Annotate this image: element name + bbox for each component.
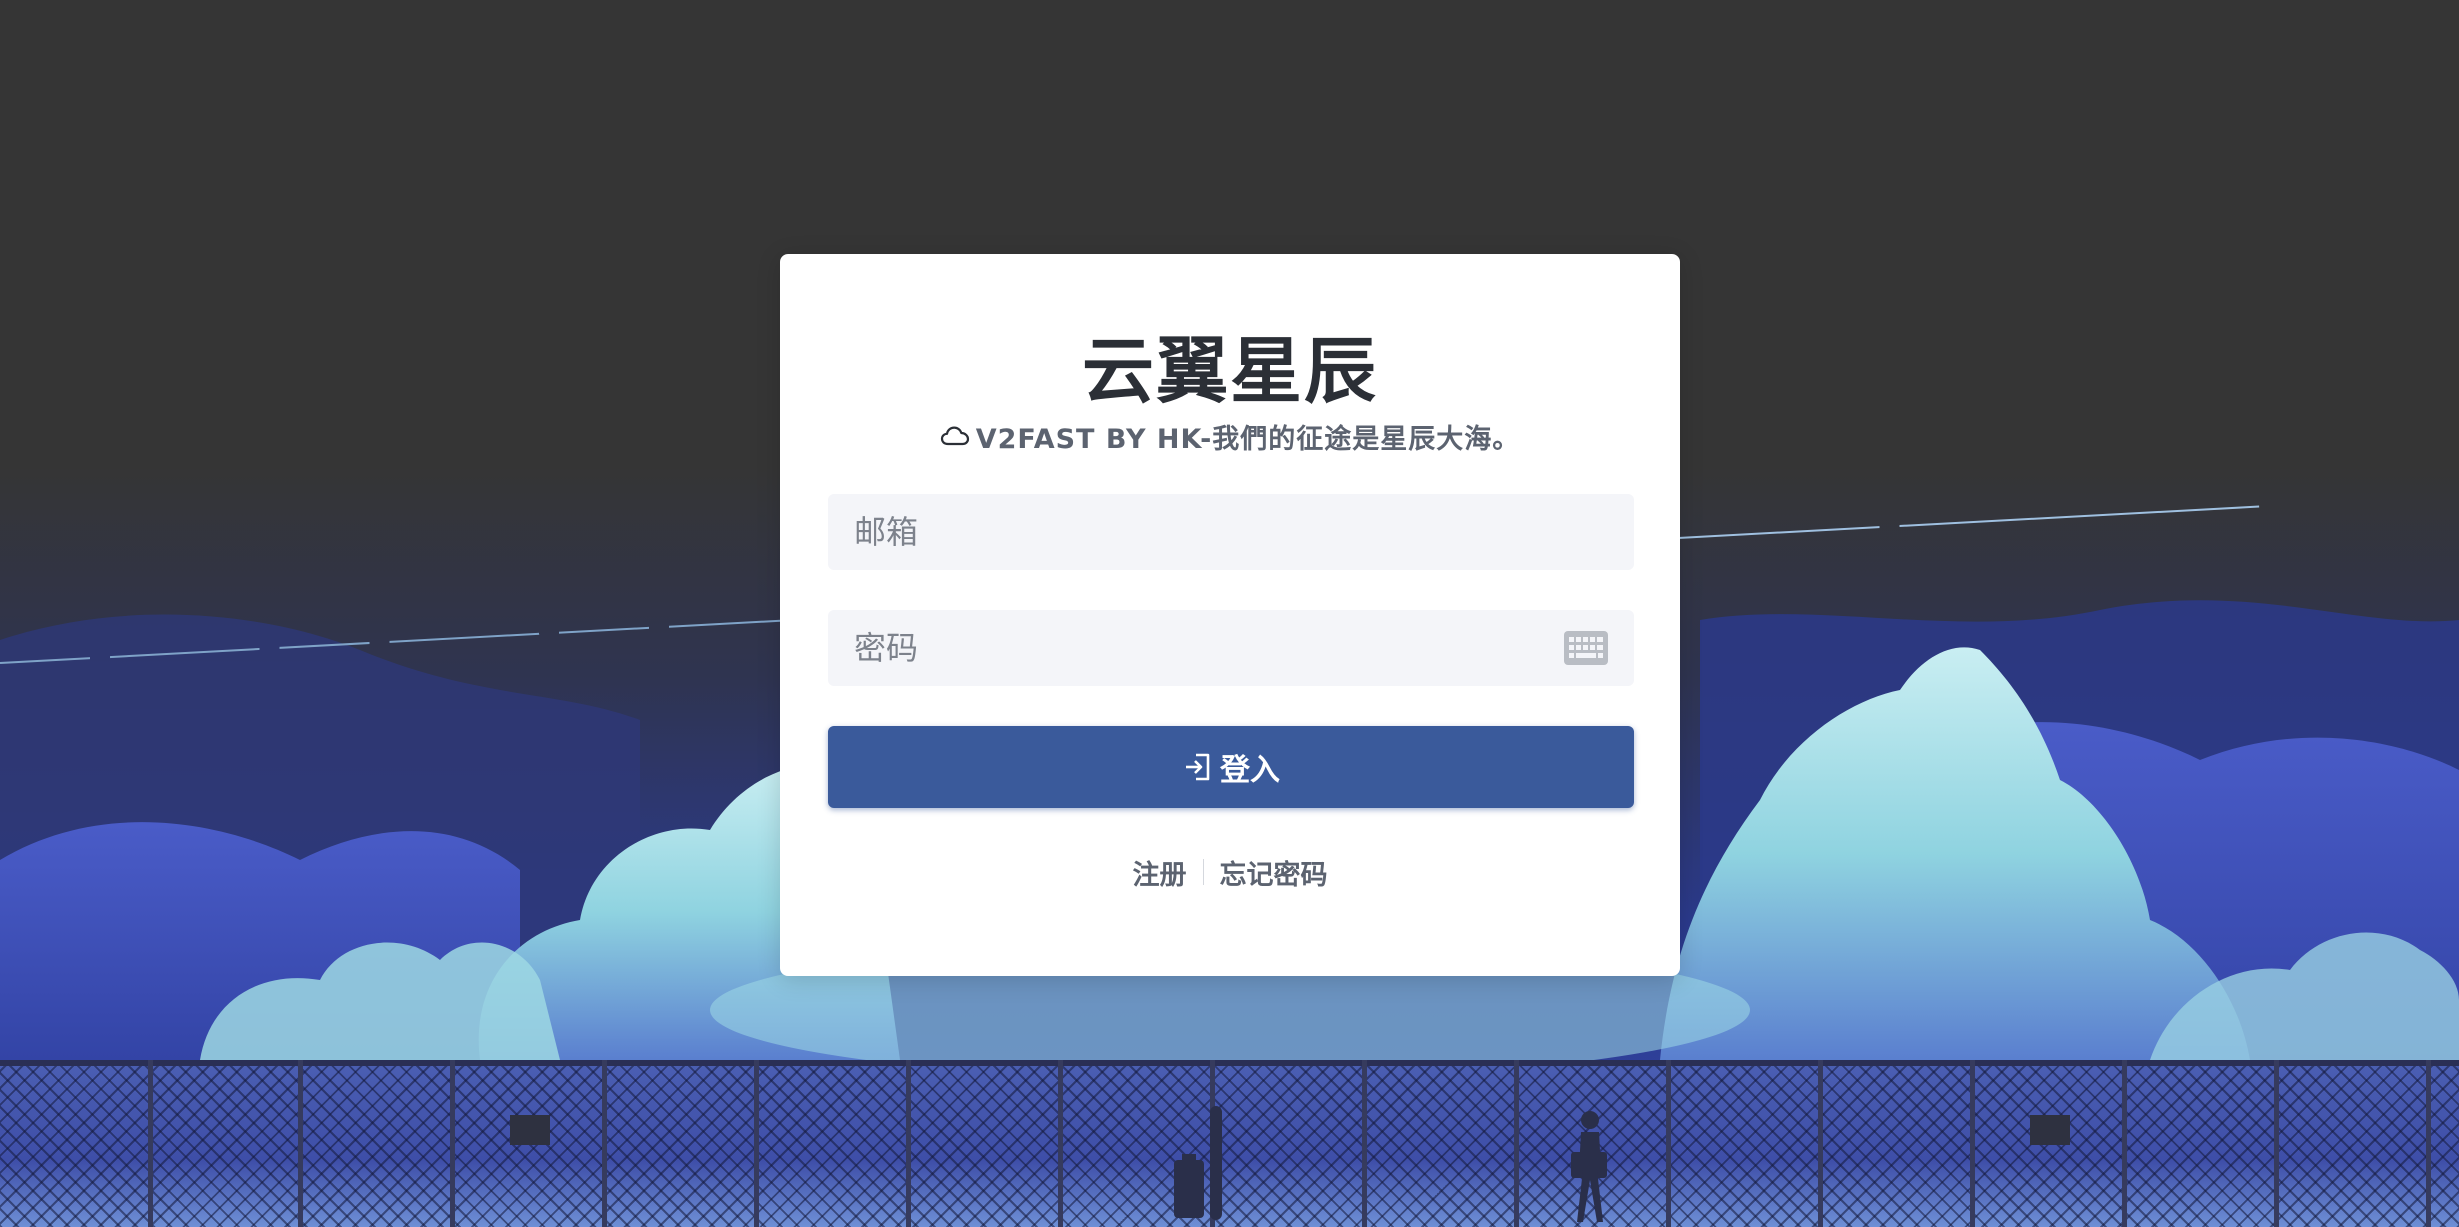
fence-post xyxy=(1362,1060,1367,1227)
login-card: 云翼星辰 V2FAST BY HK-我們的征途是星辰大海。 登入 注册 xyxy=(780,254,1680,976)
fence-post xyxy=(1058,1060,1063,1227)
fence-post xyxy=(906,1060,911,1227)
password-input[interactable] xyxy=(828,610,1564,686)
auth-links: 注册 忘记密码 xyxy=(780,850,1680,894)
fence-rail xyxy=(0,1060,2459,1066)
forgot-password-link[interactable]: 忘记密码 xyxy=(1220,853,1328,892)
fence-post xyxy=(2274,1060,2279,1227)
walking-person-silhouette xyxy=(1571,1111,1607,1222)
sign-in-icon xyxy=(1186,753,1210,781)
fence-sign xyxy=(2030,1115,2070,1145)
fence-post xyxy=(754,1060,759,1227)
fence-post xyxy=(450,1060,455,1227)
subtitle-text: V2FAST BY HK-我們的征途是星辰大海。 xyxy=(975,423,1521,455)
keyboard-icon[interactable] xyxy=(1564,631,1608,665)
person-silhouette xyxy=(1174,1106,1222,1220)
email-field[interactable] xyxy=(828,494,1634,570)
cloud-icon xyxy=(940,426,969,446)
password-field[interactable] xyxy=(828,610,1634,686)
site-title: 云翼星辰 xyxy=(1081,329,1378,413)
login-label: 登入 xyxy=(1220,753,1280,788)
link-divider xyxy=(1202,859,1204,885)
fence-post xyxy=(1818,1060,1823,1227)
fence-post xyxy=(1666,1060,1671,1227)
fence-post xyxy=(298,1060,303,1227)
email-input[interactable] xyxy=(828,494,1634,570)
fence-post xyxy=(148,1060,153,1227)
fence-post xyxy=(1514,1060,1519,1227)
register-link[interactable]: 注册 xyxy=(1133,853,1187,892)
fence-sign xyxy=(510,1115,550,1145)
fence-post xyxy=(2122,1060,2127,1227)
login-button[interactable]: 登入 xyxy=(828,726,1634,808)
site-subtitle: V2FAST BY HK-我們的征途是星辰大海。 xyxy=(780,416,1680,456)
fence-post xyxy=(2426,1060,2431,1227)
fence-post xyxy=(1970,1060,1975,1227)
fence-post xyxy=(602,1060,607,1227)
